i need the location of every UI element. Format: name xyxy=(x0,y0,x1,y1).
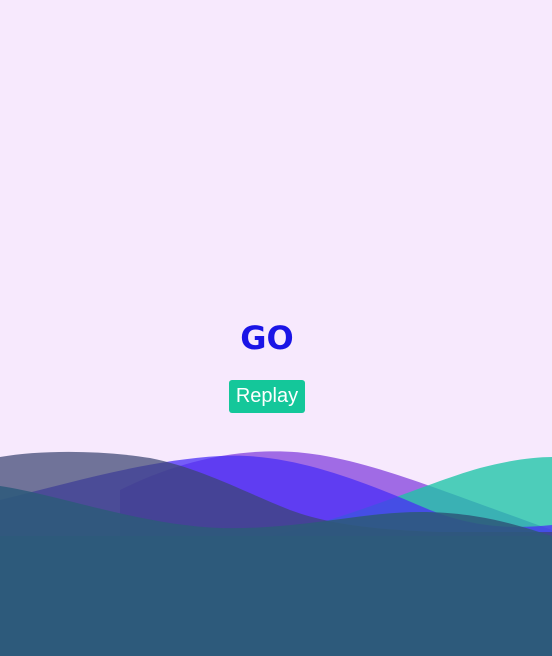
game-stage: GO Replay xyxy=(0,0,552,656)
wave-background xyxy=(0,451,552,656)
status-text: GO xyxy=(240,319,294,357)
wave-floor xyxy=(0,536,552,656)
replay-button[interactable]: Replay xyxy=(229,380,305,413)
